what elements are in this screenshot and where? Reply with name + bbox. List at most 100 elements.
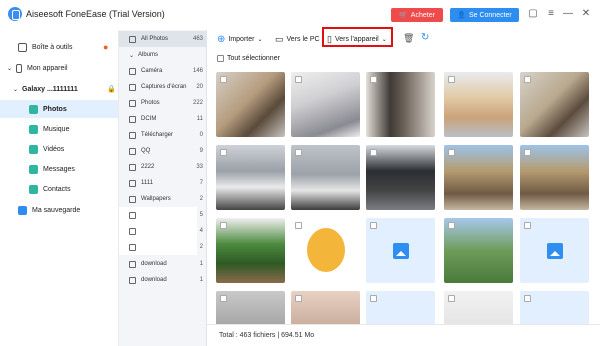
album-item[interactable]: 2222 33 <box>119 159 207 175</box>
album-item[interactable]: Captures d'écran 20 <box>119 79 207 95</box>
photo-checkbox[interactable] <box>220 149 227 156</box>
computer-icon: ▭ <box>275 34 284 44</box>
photo-checkbox[interactable] <box>370 76 377 83</box>
photo-checkbox[interactable] <box>448 149 455 156</box>
album-label: Télécharger <box>141 132 174 138</box>
import-label: Importer <box>228 36 255 43</box>
user-icon: 👤 <box>457 12 466 19</box>
select-all-toggle[interactable]: Tout sélectionner <box>217 55 280 62</box>
photo-thumbnail[interactable] <box>291 218 360 283</box>
photo-placeholder[interactable] <box>520 291 589 324</box>
photo-checkbox[interactable] <box>524 149 531 156</box>
bear-sticker-icon <box>307 228 345 272</box>
photo-thumbnail[interactable] <box>444 72 513 137</box>
sidebar-item-videos[interactable]: Vidéos <box>0 140 118 158</box>
photo-thumbnail[interactable] <box>216 145 285 210</box>
photo-checkbox[interactable] <box>220 295 227 302</box>
photo-thumbnail[interactable] <box>520 72 589 137</box>
menu-icon[interactable]: ≡ <box>545 8 557 20</box>
download-icon <box>129 260 136 268</box>
photo-checkbox[interactable] <box>295 295 302 302</box>
minimize-icon[interactable]: — <box>562 8 574 20</box>
highlight-box <box>322 27 393 47</box>
select-all-label: Tout sélectionner <box>227 55 280 62</box>
sidebar-item-my-device[interactable]: ⌄ Mon appareil <box>0 59 118 77</box>
album-label: Caméra <box>141 68 163 74</box>
album-label: download <box>141 277 167 283</box>
photo-checkbox[interactable] <box>370 295 377 302</box>
buy-button[interactable]: 🛒 Acheter <box>391 8 443 22</box>
sidebar-item-contacts[interactable]: Contacts <box>0 180 118 198</box>
photo-checkbox[interactable] <box>370 222 377 229</box>
album-label: 2222 <box>141 164 155 170</box>
album-label: 1111 <box>141 180 154 186</box>
photo-thumbnail[interactable] <box>520 145 589 210</box>
device-name-label: Galaxy ...1111111 <box>22 85 78 93</box>
photo-thumbnail[interactable] <box>291 72 360 137</box>
photo-checkbox[interactable] <box>448 295 455 302</box>
photo-thumbnail[interactable] <box>291 291 360 324</box>
image-icon <box>129 147 136 155</box>
photo-thumbnail[interactable] <box>366 72 435 137</box>
chat-icon[interactable]: ▢ <box>527 8 539 20</box>
select-all-checkbox[interactable] <box>217 55 224 62</box>
photo-thumbnail[interactable] <box>216 72 285 137</box>
album-all-photos[interactable]: All Photos 463 <box>119 31 207 47</box>
album-item[interactable]: 1111 7 <box>119 175 207 191</box>
album-item[interactable]: download 1 <box>119 272 207 288</box>
album-item[interactable]: Photos 222 <box>119 95 207 111</box>
photo-placeholder[interactable] <box>520 218 589 283</box>
photo-checkbox[interactable] <box>220 222 227 229</box>
sidebar-item-messages[interactable]: Messages <box>0 160 118 178</box>
album-item[interactable]: Wallpapers 2 <box>119 191 207 207</box>
album-item[interactable]: download 1 <box>119 256 207 272</box>
photo-thumbnail[interactable] <box>444 291 513 324</box>
sidebar-item-label: Messages <box>43 165 75 173</box>
refresh-button[interactable]: ↻ <box>421 32 429 43</box>
photo-checkbox[interactable] <box>295 149 302 156</box>
photo-thumbnail[interactable] <box>291 145 360 210</box>
video-icon <box>29 144 38 154</box>
album-item[interactable]: 4 <box>119 223 203 239</box>
photo-checkbox[interactable] <box>220 76 227 83</box>
sidebar-item-galaxy[interactable]: ⌄ Galaxy ...1111111 🔒 <box>0 80 118 98</box>
sidebar-item-backup[interactable]: Ma sauvegarde <box>0 201 118 219</box>
album-item[interactable]: Télécharger 0 <box>119 127 207 143</box>
photo-checkbox[interactable] <box>370 149 377 156</box>
buy-label: Acheter <box>410 11 435 19</box>
image-icon <box>129 35 136 43</box>
album-item[interactable]: DCIM 11 <box>119 111 207 127</box>
photo-thumbnail[interactable] <box>216 291 285 324</box>
album-item[interactable]: 2 <box>119 239 203 255</box>
photo-checkbox[interactable] <box>448 76 455 83</box>
delete-button[interactable]: 🗑 <box>403 33 414 44</box>
login-button[interactable]: 👤 Se Connecter <box>450 8 519 22</box>
photo-placeholder[interactable] <box>366 291 435 324</box>
photo-thumbnail[interactable] <box>444 218 513 283</box>
photo-checkbox[interactable] <box>524 222 531 229</box>
sidebar-item-music[interactable]: Musique <box>0 120 118 138</box>
image-icon <box>129 83 136 91</box>
album-item[interactable]: 5 <box>119 207 203 223</box>
close-icon[interactable]: ✕ <box>580 8 592 20</box>
photo-checkbox[interactable] <box>295 76 302 83</box>
download-icon <box>129 131 136 139</box>
album-item[interactable]: Caméra 146 <box>119 63 207 79</box>
albums-section-header[interactable]: ⌄ Albums <box>119 47 207 63</box>
import-button[interactable]: ⊕ Importer ⌄ <box>217 34 262 45</box>
image-icon <box>129 115 136 123</box>
photo-thumbnail[interactable] <box>366 145 435 210</box>
photo-checkbox[interactable] <box>524 295 531 302</box>
chevron-down-icon: ⌄ <box>257 37 263 43</box>
sidebar-item-toolbox[interactable]: Boîte à outils ● <box>0 38 118 56</box>
photo-placeholder[interactable] <box>366 218 435 283</box>
photo-checkbox[interactable] <box>524 76 531 83</box>
sidebar-item-photos[interactable]: Photos <box>0 100 118 118</box>
camera-icon <box>129 67 136 75</box>
album-item[interactable]: QQ 9 <box>119 143 207 159</box>
photo-checkbox[interactable] <box>448 222 455 229</box>
to-pc-button[interactable]: ▭ Vers le PC <box>275 34 320 45</box>
photo-thumbnail[interactable] <box>444 145 513 210</box>
photo-checkbox[interactable] <box>295 222 302 229</box>
photo-thumbnail[interactable] <box>216 218 285 283</box>
